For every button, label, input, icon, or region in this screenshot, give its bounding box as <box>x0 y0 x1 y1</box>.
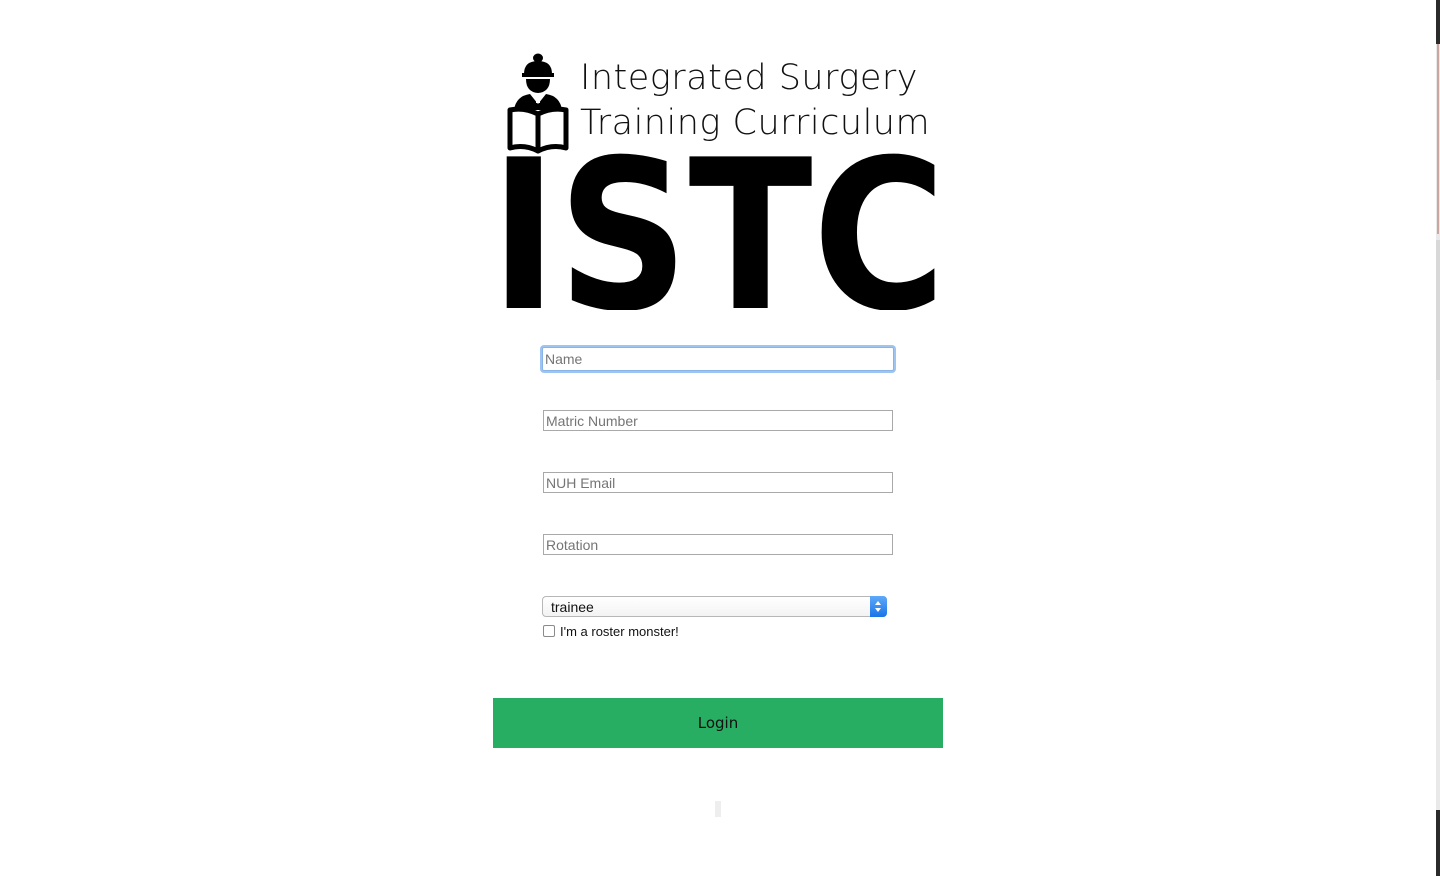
login-button[interactable]: Login <box>493 698 943 748</box>
istc-wordmark: ISTC <box>490 153 946 310</box>
status-indicator <box>715 801 721 817</box>
nuh-email-input[interactable] <box>543 472 893 493</box>
select-arrows-icon <box>870 596 887 617</box>
roster-monster-label[interactable]: I'm a roster monster! <box>560 624 679 639</box>
tagline-line-2: Training Curriculum <box>580 103 931 143</box>
login-page: Integrated Surgery Training Curriculum I… <box>0 0 1440 876</box>
rotation-input[interactable] <box>543 534 893 555</box>
role-select[interactable]: trainee <box>542 596 887 617</box>
role-select-value: trainee <box>551 599 594 615</box>
tagline-line-1: Integrated Surgery <box>580 58 919 98</box>
matric-number-input[interactable] <box>543 410 893 431</box>
roster-monster-row: I'm a roster monster! <box>542 623 894 639</box>
window-scrollbar[interactable] <box>1436 0 1440 876</box>
istc-logo: Integrated Surgery Training Curriculum I… <box>488 50 948 310</box>
surgeon-reading-book-icon <box>507 53 569 154</box>
wordmark-text: ISTC <box>490 153 946 310</box>
roster-monster-checkbox[interactable] <box>543 625 555 637</box>
logo-tagline: Integrated Surgery Training Curriculum <box>580 56 930 146</box>
name-input[interactable] <box>542 347 894 371</box>
login-form: trainee I'm a roster monster! <box>542 347 894 639</box>
